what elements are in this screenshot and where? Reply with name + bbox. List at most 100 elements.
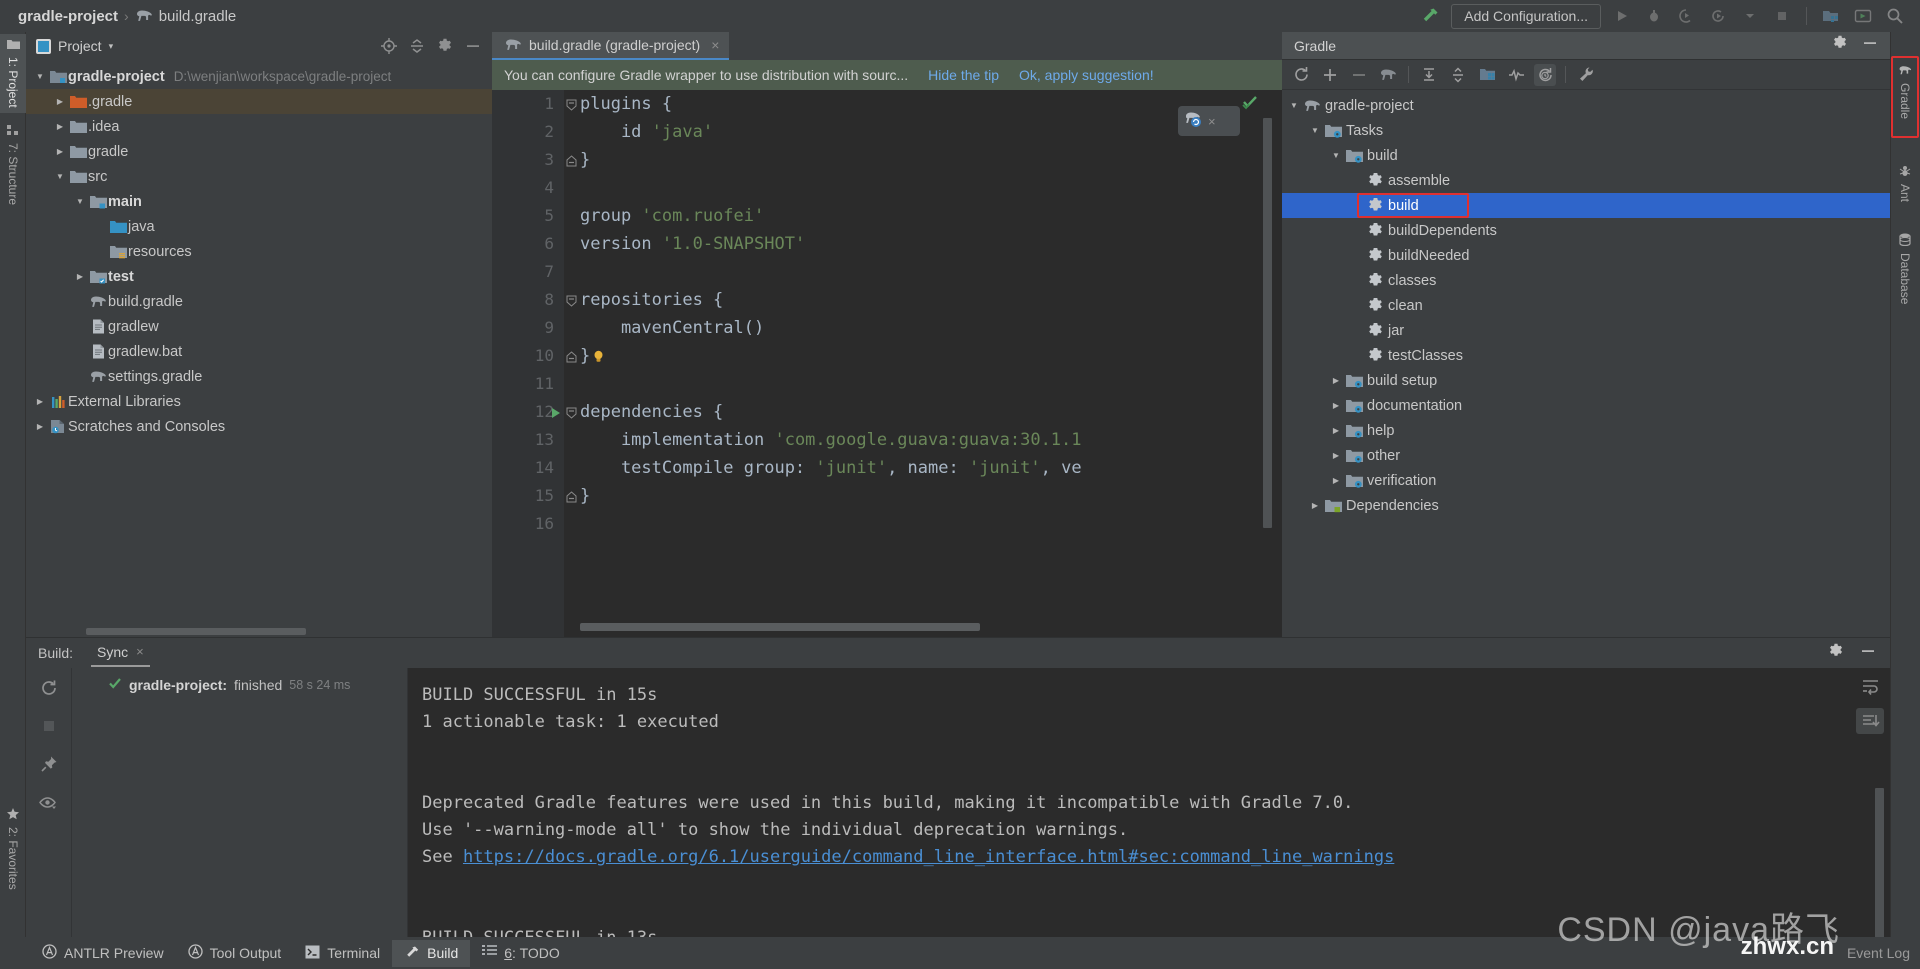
scroll-to-end-icon[interactable] <box>1856 708 1884 734</box>
tree-item-gradlew-bat[interactable]: gradlew.bat <box>26 339 492 364</box>
attach-project-icon[interactable] <box>1476 64 1498 86</box>
locate-icon[interactable] <box>380 37 398 55</box>
expand-all-icon[interactable] <box>1418 64 1440 86</box>
build-tool-settings-icon[interactable] <box>1575 64 1597 86</box>
chevron-right-icon[interactable]: ▶ <box>32 422 48 431</box>
gradle-tree-item-clean[interactable]: clean <box>1282 293 1890 318</box>
close-icon[interactable]: × <box>136 644 144 659</box>
close-icon[interactable]: × <box>711 37 719 53</box>
collapse-all-icon[interactable] <box>408 37 426 55</box>
gradle-tree-item-build[interactable]: build <box>1282 193 1890 218</box>
sidebar-item-structure[interactable]: 7: Structure <box>0 120 26 210</box>
project-horizontal-scrollbar[interactable] <box>86 628 306 635</box>
chevron-right-icon[interactable]: ▶ <box>1328 451 1344 460</box>
debug-icon[interactable] <box>1643 5 1665 27</box>
sidebar-item-ant[interactable]: Ant <box>1892 160 1918 207</box>
apply-suggestion-link[interactable]: Ok, apply suggestion! <box>1019 67 1154 83</box>
tree-item--gradle[interactable]: ▶ .gradle <box>26 89 492 114</box>
statusbar-item-terminal[interactable]: Terminal <box>293 941 392 966</box>
fold-close-icon[interactable] <box>566 490 578 503</box>
tree-item-settings-gradle[interactable]: settings.gradle <box>26 364 492 389</box>
code-line[interactable]: testCompile group: 'junit', name: 'junit… <box>580 454 1282 482</box>
gradle-tree-item-build-setup[interactable]: ▶ build setup <box>1282 368 1890 393</box>
gradle-tree-item-testclasses[interactable]: testClasses <box>1282 343 1890 368</box>
tree-item-gradlew[interactable]: gradlew <box>26 314 492 339</box>
chevron-right-icon[interactable]: ▶ <box>1328 426 1344 435</box>
build-tab-sync[interactable]: Sync × <box>91 640 150 667</box>
eye-filter-icon[interactable] <box>39 792 59 812</box>
gradle-tree-item-classes[interactable]: classes <box>1282 268 1890 293</box>
chevron-right-icon[interactable]: ▶ <box>52 122 68 131</box>
statusbar-item-tool-output[interactable]: Tool Output <box>176 940 294 966</box>
add-icon[interactable] <box>1319 64 1341 86</box>
code-editor[interactable]: 1 2 3 4 5 6 7 8 9 10 11 12 13 14 15 16 plugins { id 'ja… <box>492 90 1282 637</box>
fold-close-icon[interactable] <box>566 350 578 363</box>
run-gutter-icon[interactable] <box>550 406 562 418</box>
gradle-tree-item-help[interactable]: ▶ help <box>1282 418 1890 443</box>
gradle-tree[interactable]: ▼ gradle-project ▼ Tasks ▼ build assemble build… <box>1282 90 1890 518</box>
code-line[interactable]: } <box>580 482 1282 510</box>
editor-horizontal-scrollbar[interactable] <box>580 623 980 631</box>
chevron-right-icon[interactable]: ▶ <box>1328 376 1344 385</box>
sidebar-item-database[interactable]: Database <box>1892 228 1918 309</box>
chevron-right-icon[interactable]: ▶ <box>1307 501 1323 510</box>
collapse-all-icon[interactable] <box>1447 64 1469 86</box>
code-line[interactable]: version '1.0-SNAPSHOT' <box>580 230 1282 258</box>
project-structure-icon[interactable] <box>1820 5 1842 27</box>
elephant-icon[interactable] <box>1377 64 1399 86</box>
close-icon[interactable]: × <box>1208 114 1216 129</box>
code-line[interactable]: } <box>580 146 1282 174</box>
statusbar-item-antlr-preview[interactable]: ANTLR Preview <box>30 940 176 966</box>
gradle-tree-item-documentation[interactable]: ▶ documentation <box>1282 393 1890 418</box>
hide-icon[interactable] <box>1860 643 1876 664</box>
console-vertical-scrollbar[interactable] <box>1875 788 1884 937</box>
update-project-icon[interactable] <box>1852 5 1874 27</box>
execute-before-sync-icon[interactable] <box>1534 63 1556 86</box>
gradle-tree-item-jar[interactable]: jar <box>1282 318 1890 343</box>
gradle-tree-item-buildneeded[interactable]: buildNeeded <box>1282 243 1890 268</box>
remove-icon[interactable] <box>1348 64 1370 86</box>
gradle-tree-item-other[interactable]: ▶ other <box>1282 443 1890 468</box>
intention-bulb-icon[interactable] <box>592 344 605 362</box>
fold-open-icon[interactable] <box>566 406 578 419</box>
hide-the-tip-link[interactable]: Hide the tip <box>928 67 999 83</box>
code-line[interactable] <box>580 258 1282 286</box>
gradle-tree-item-assemble[interactable]: assemble <box>1282 168 1890 193</box>
sidebar-item-favorites[interactable]: 2: Favorites <box>0 803 26 895</box>
tree-item-resources[interactable]: resources <box>26 239 492 264</box>
gradle-tree-item-build[interactable]: ▼ build <box>1282 143 1890 168</box>
code-line[interactable]: group 'com.ruofei' <box>580 202 1282 230</box>
soft-wrap-icon[interactable] <box>1860 676 1880 696</box>
fold-gutter[interactable] <box>564 90 580 637</box>
breadcrumb-project[interactable]: gradle-project <box>18 8 118 25</box>
build-console-output[interactable]: BUILD SUCCESSFUL in 15s 1 actionable task… <box>408 668 1890 937</box>
sidebar-item-project[interactable]: 1: Project <box>0 34 26 113</box>
toggle-offline-icon[interactable] <box>1505 64 1527 86</box>
tree-item-gradle[interactable]: ▶ gradle <box>26 139 492 164</box>
gradle-tree-item-tasks[interactable]: ▼ Tasks <box>1282 118 1890 143</box>
tree-item-src[interactable]: ▼ src <box>26 164 492 189</box>
settings-gear-icon[interactable] <box>436 37 454 55</box>
tree-item--idea[interactable]: ▶ .idea <box>26 114 492 139</box>
code-line[interactable] <box>580 174 1282 202</box>
run-icon[interactable] <box>1611 5 1633 27</box>
tree-item-build-gradle[interactable]: build.gradle <box>26 289 492 314</box>
editor-vertical-scrollbar[interactable] <box>1263 118 1272 528</box>
tree-item-scratches-and-consoles[interactable]: ▶ Scratches and Consoles <box>26 414 492 439</box>
build-node-gradle-project[interactable]: gradle-project: finished 58 s 24 ms <box>72 676 407 693</box>
chevron-down-icon[interactable] <box>1739 5 1761 27</box>
chevron-down-icon[interactable]: ▼ <box>1307 126 1323 135</box>
settings-gear-icon[interactable] <box>1832 35 1848 56</box>
chevron-right-icon[interactable]: ▶ <box>1328 401 1344 410</box>
chevron-down-icon[interactable]: ▼ <box>32 72 48 81</box>
tree-item-external-libraries[interactable]: ▶ External Libraries <box>26 389 492 414</box>
code-content[interactable]: plugins { id 'java'} group 'com.ruofei' ve… <box>580 90 1282 637</box>
fold-close-icon[interactable] <box>566 154 578 167</box>
fold-open-icon[interactable] <box>566 98 578 111</box>
add-configuration-button[interactable]: Add Configuration... <box>1451 3 1601 29</box>
chevron-right-icon[interactable]: ▶ <box>1328 476 1344 485</box>
code-line[interactable] <box>580 510 1282 538</box>
project-tree[interactable]: ▼ gradle-project D:\wenjian\workspace\grad… <box>26 60 492 439</box>
hide-icon[interactable] <box>464 37 482 55</box>
rerun-icon[interactable] <box>39 678 59 698</box>
